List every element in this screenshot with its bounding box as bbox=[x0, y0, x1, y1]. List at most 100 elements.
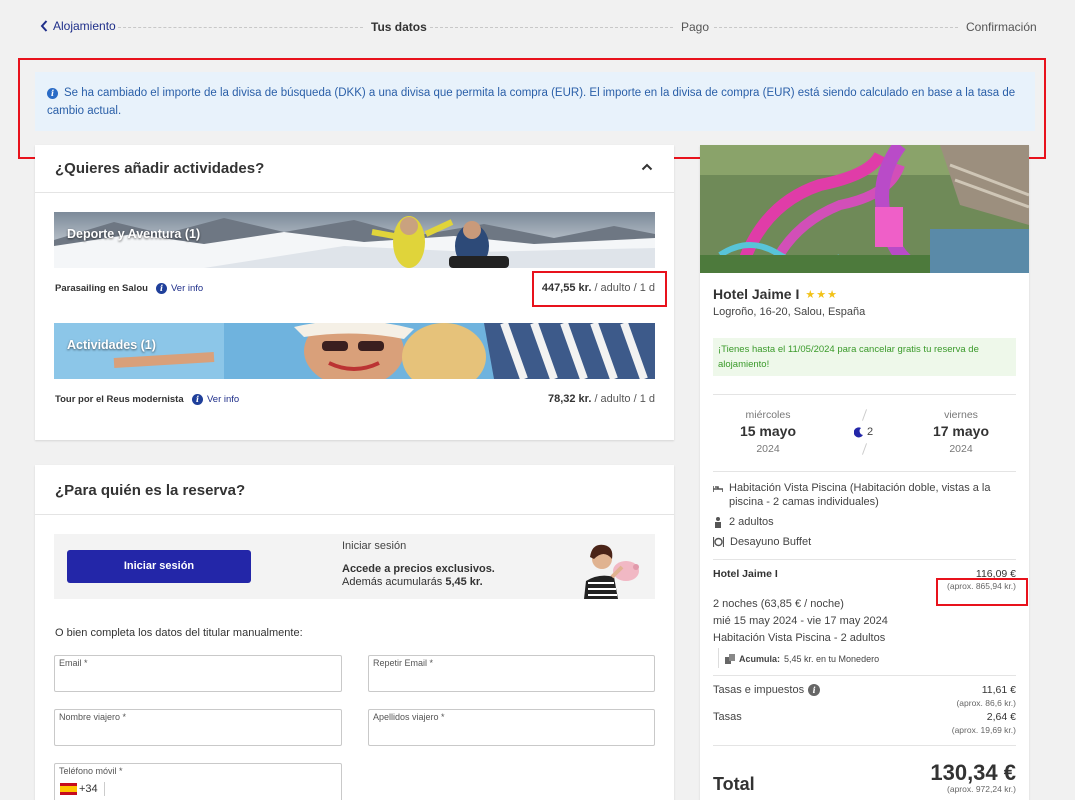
fees-approx: (aprox. 19,69 kr.) bbox=[951, 725, 1016, 735]
star-icon: ★ bbox=[816, 288, 828, 301]
summary-nights: 2 noches (63,85 € / noche) bbox=[713, 598, 844, 610]
activity-price: 78,32 kr. / adulto / 1 d bbox=[548, 393, 655, 405]
hotel-stars: ★★★ bbox=[805, 288, 838, 301]
manual-label: O bien completa los datos del titular ma… bbox=[55, 627, 303, 639]
room-description: Habitación Vista Piscina (Habitación dob… bbox=[729, 482, 991, 508]
guests-info: 2 adultos bbox=[713, 516, 774, 528]
guests-text: 2 adultos bbox=[729, 516, 774, 528]
summary-hotel-label: Hotel Jaime I bbox=[713, 568, 778, 580]
hotel-name: Hotel Jaime I bbox=[713, 286, 800, 302]
phone-field[interactable]: Teléfono móvil * +34 bbox=[54, 763, 342, 800]
login-earn-prefix: Además acumularás bbox=[342, 576, 446, 588]
checkout-weekday: viernes bbox=[944, 409, 978, 421]
info-icon[interactable]: i bbox=[808, 684, 821, 696]
checkin-date: miércoles 15 mayo 2024 bbox=[723, 409, 813, 455]
spain-flag-icon bbox=[60, 783, 77, 795]
step-tus-datos: Tus datos bbox=[371, 20, 427, 34]
divider bbox=[861, 409, 868, 421]
first-name-field-label: Nombre viajero * bbox=[59, 712, 127, 722]
taxes-price: 11,61 € bbox=[981, 684, 1016, 696]
star-icon: ★ bbox=[805, 288, 817, 301]
piggy-bank-woman-image bbox=[584, 544, 639, 599]
bed-icon bbox=[713, 486, 723, 492]
back-label: Alojamiento bbox=[53, 19, 116, 33]
last-name-field-label: Apellidos viajero * bbox=[373, 712, 445, 722]
checkin-weekday: miércoles bbox=[745, 409, 791, 421]
highlight-box bbox=[936, 578, 1028, 606]
email-field[interactable]: Email * bbox=[54, 655, 342, 692]
checkout-year: 2024 bbox=[949, 443, 973, 455]
ver-info-label: Ver info bbox=[207, 394, 240, 405]
activity-banner-activities[interactable]: Actividades (1) bbox=[54, 323, 655, 379]
divider bbox=[35, 192, 674, 193]
star-icon: ★ bbox=[827, 288, 838, 301]
hotel-photo bbox=[700, 145, 1029, 273]
checkout-stepper: Alojamiento Tus datos Pago Confirmación bbox=[0, 0, 1075, 55]
step-confirmacion: Confirmación bbox=[966, 20, 1037, 34]
price-amount: 78,32 kr. bbox=[547, 393, 592, 405]
divider bbox=[718, 648, 719, 668]
checkin-day: 15 mayo bbox=[739, 423, 797, 439]
divider bbox=[103, 782, 105, 796]
last-name-field[interactable]: Apellidos viajero * bbox=[368, 709, 655, 746]
checkin-year: 2024 bbox=[756, 443, 780, 455]
login-heading: Iniciar sesión bbox=[342, 540, 407, 552]
wallet-earn-label: Acumula: bbox=[739, 654, 781, 664]
nights-number: 2 bbox=[867, 426, 874, 438]
person-icon bbox=[715, 516, 721, 528]
summary-dates: mié 15 may 2024 - vie 17 may 2024 bbox=[713, 615, 888, 627]
booking-card: ¿Para quién es la reserva? Iniciar sesió… bbox=[35, 465, 674, 800]
taxes-label: Tasas e impuestos bbox=[713, 684, 805, 696]
activity-name: Parasailing en Salou bbox=[55, 283, 148, 294]
room-info: Habitación Vista Piscina (Habitación dob… bbox=[713, 481, 1013, 509]
price-unit: / adulto / 1 d bbox=[591, 393, 655, 405]
phone-prefix: +34 bbox=[79, 783, 98, 795]
checkout-date: viernes 17 mayo 2024 bbox=[916, 409, 1006, 455]
coins-icon bbox=[725, 654, 735, 664]
first-name-field[interactable]: Nombre viajero * bbox=[54, 709, 342, 746]
divider bbox=[861, 443, 868, 455]
taxes-approx: (aprox. 86,6 kr.) bbox=[956, 698, 1016, 708]
moon-icon bbox=[854, 426, 863, 437]
total-approx: (aprox. 972,24 kr.) bbox=[947, 784, 1016, 794]
repeat-email-field-label: Repetir Email * bbox=[373, 658, 434, 668]
phone-field-label: Teléfono móvil * bbox=[59, 766, 123, 776]
repeat-email-field[interactable]: Repetir Email * bbox=[368, 655, 655, 692]
ver-info-label: Ver info bbox=[171, 283, 204, 294]
info-icon: i bbox=[192, 394, 203, 405]
fees-label: Tasas bbox=[713, 711, 742, 723]
chevron-up-icon[interactable] bbox=[641, 163, 653, 171]
back-to-accommodation-link[interactable]: Alojamiento bbox=[40, 19, 116, 33]
total-price: 130,34 € bbox=[930, 760, 1016, 785]
hotel-address: Logroño, 16-20, Salou, España bbox=[713, 306, 866, 318]
login-button[interactable]: Iniciar sesión bbox=[67, 550, 251, 583]
highlight-box bbox=[532, 271, 667, 307]
step-divider bbox=[430, 27, 673, 28]
wallet-earn-text: 5,45 kr. en tu Monedero bbox=[784, 654, 880, 664]
total-label: Total bbox=[713, 774, 755, 794]
divider bbox=[713, 745, 1016, 746]
checkout-day: 17 mayo bbox=[932, 423, 990, 439]
divider bbox=[713, 394, 1016, 395]
email-field-label: Email * bbox=[59, 658, 88, 668]
fees-price: 2,64 € bbox=[986, 711, 1016, 723]
chevron-left-icon bbox=[40, 20, 48, 32]
activities-title: ¿Quieres añadir actividades? bbox=[55, 160, 265, 177]
nights-count: 2 bbox=[854, 426, 873, 438]
step-divider bbox=[118, 27, 363, 28]
login-promo: Accede a precios exclusivos. bbox=[342, 563, 495, 575]
divider bbox=[35, 514, 674, 515]
summary-room: Habitación Vista Piscina - 2 adultos bbox=[713, 632, 886, 644]
board-text: Desayuno Buffet bbox=[730, 536, 812, 548]
divider bbox=[713, 559, 1016, 560]
ver-info-link[interactable]: i Ver info bbox=[156, 283, 203, 294]
activity-banner-adventure[interactable]: Deporte y Aventura (1) bbox=[54, 212, 655, 268]
country-code-selector[interactable]: +34 bbox=[60, 782, 105, 796]
login-panel: Iniciar sesión Iniciar sesión Accede a p… bbox=[54, 534, 655, 599]
highlight-box bbox=[18, 58, 1046, 159]
divider bbox=[713, 675, 1016, 676]
activity-name: Tour por el Reus modernista bbox=[55, 394, 184, 405]
ver-info-link[interactable]: i Ver info bbox=[192, 394, 239, 405]
hotel-name-row: Hotel Jaime I ★★★ bbox=[713, 286, 838, 302]
meal-icon bbox=[713, 537, 724, 547]
